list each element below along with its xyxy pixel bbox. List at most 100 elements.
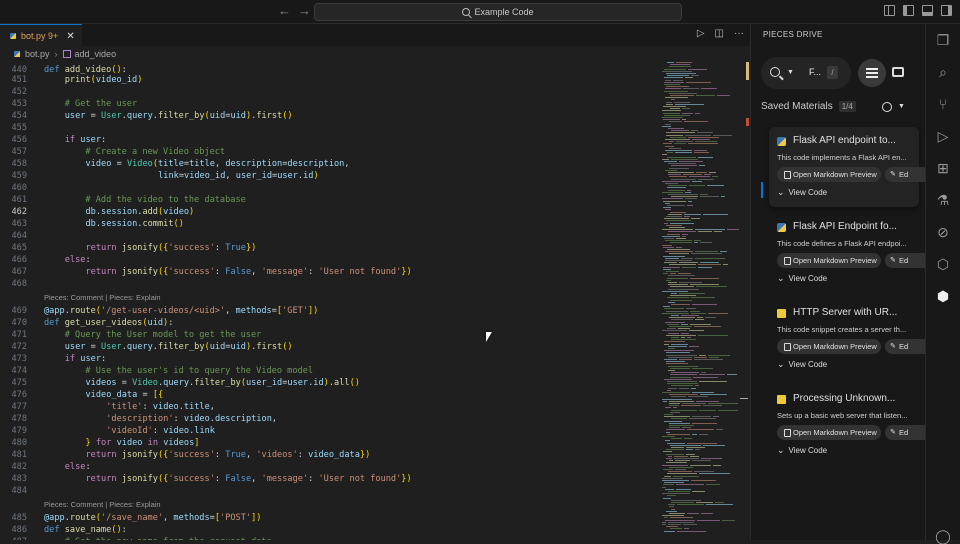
code-line[interactable]: 482 else: (0, 461, 660, 473)
arrow-right-icon[interactable]: → (298, 3, 311, 19)
code-line[interactable]: 461 # Add the video to the database (0, 194, 660, 206)
run-icon[interactable]: ▷ (697, 28, 705, 39)
view-code-toggle[interactable]: View Code (777, 445, 828, 456)
material-title[interactable]: HTTP Server with UR... (793, 307, 897, 318)
source-control-icon[interactable]: ⑂ (935, 96, 951, 112)
code-line[interactable]: 467 return jsonify({'success': False, 'm… (0, 266, 660, 278)
code-line[interactable]: 472 user = User.query.filter_by(uid=uid)… (0, 341, 660, 353)
code-line[interactable]: 480 } for video in videos] (0, 437, 660, 449)
open-markdown-preview-button[interactable]: Open Markdown Preview (777, 167, 881, 182)
material-title[interactable]: Processing Unknown... (793, 393, 895, 404)
customize-layout-icon[interactable] (884, 5, 895, 16)
code-line[interactable]: 455 (0, 122, 660, 134)
chevron-down-icon[interactable]: ▼ (898, 103, 905, 110)
testing-icon[interactable]: ⚗ (935, 192, 951, 208)
code-line[interactable]: 452 (0, 86, 660, 98)
open-markdown-preview-button[interactable]: Open Markdown Preview (777, 425, 881, 440)
code-line[interactable]: 465 return jsonify({'success': True}) (0, 242, 660, 254)
code-line[interactable]: 463 db.session.commit() (0, 218, 660, 230)
code-line[interactable]: 477 'title': video.title, (0, 401, 660, 413)
minimap-line (667, 277, 688, 279)
material-card[interactable]: Processing Unknown... Sets up a basic web… (769, 385, 925, 465)
arrow-left-icon[interactable]: ← (278, 3, 291, 19)
code-line[interactable]: 484 (0, 485, 660, 497)
toggle-secondary-sidebar-icon[interactable] (941, 5, 952, 16)
more-actions-icon[interactable]: ··· (734, 28, 744, 39)
view-code-toggle[interactable]: View Code (777, 187, 828, 198)
pieces-drive-icon[interactable]: ⬢ (935, 288, 951, 304)
tab-bot-py[interactable]: bot.py 9+ ✕ (0, 24, 82, 47)
explorer-icon[interactable]: ❐ (935, 32, 951, 48)
search-icon[interactable]: ⌕ (935, 64, 951, 80)
code-line[interactable]: 470 def get_user_videos(uid): (0, 317, 660, 329)
toggle-panel-icon[interactable] (922, 5, 933, 16)
edit-button[interactable]: Ed (885, 253, 925, 268)
breadcrumb-file[interactable]: bot.py (25, 49, 50, 59)
code-line[interactable]: 479 'videoId': video.link (0, 425, 660, 437)
code-line[interactable]: 453 # Get the user (0, 98, 660, 110)
view-code-toggle[interactable]: View Code (777, 273, 828, 284)
list-view-icon[interactable] (858, 59, 886, 87)
codelens-pieces[interactable]: Pieces: Comment | Pieces: Explain (44, 292, 161, 304)
code-editor[interactable]: 440 def add_video(): 451 print(video_id) 45… (0, 62, 660, 540)
code-line[interactable]: 487 # Get the new name from the request … (0, 536, 660, 540)
code-line[interactable]: 481 return jsonify({'success': True, 'vi… (0, 449, 660, 461)
code-line[interactable]: 474 # Use the user's id to query the Vid… (0, 365, 660, 377)
minimap[interactable] (660, 62, 742, 540)
code-line[interactable]: 464 (0, 230, 660, 242)
code-line[interactable]: 483 return jsonify({'success': False, 'm… (0, 473, 660, 485)
material-card[interactable]: Flask API Endpoint fo... This code define… (769, 213, 925, 293)
edit-button[interactable]: Ed (885, 425, 925, 440)
code-line[interactable]: 468 (0, 278, 660, 290)
chevron-down-icon[interactable]: ▼ (787, 69, 794, 76)
close-icon[interactable]: ✕ (66, 31, 74, 42)
pieces-search[interactable]: ▼ F... / (761, 57, 851, 89)
code-line[interactable]: 475 videos = Video.query.filter_by(user_… (0, 377, 660, 389)
code-line[interactable]: 485 @app.route('/save_name', methods=['PO… (0, 512, 660, 524)
code-line[interactable]: 476 video_data = [{ (0, 389, 660, 401)
code-line[interactable]: 459 link=video_id, user_id=user.id) (0, 170, 660, 182)
run-debug-icon[interactable]: ▷ (935, 128, 951, 144)
open-markdown-preview-button[interactable]: Open Markdown Preview (777, 253, 881, 268)
code-line[interactable]: 451 print(video_id) (0, 74, 660, 86)
codelens-pieces[interactable]: Pieces: Comment | Pieces: Explain (44, 499, 161, 511)
material-title[interactable]: Flask API endpoint to... (793, 135, 896, 146)
account-icon[interactable]: ◯ (935, 528, 951, 544)
minimap-line (678, 328, 690, 330)
edit-button[interactable]: Ed (885, 167, 925, 182)
code-line[interactable]: 466 else: (0, 254, 660, 266)
code-line[interactable]: 454 user = User.query.filter_by(uid=uid)… (0, 110, 660, 122)
command-center-search[interactable]: Example Code (314, 3, 682, 21)
pieces-cube-icon[interactable]: ⬡ (935, 256, 951, 272)
clock-icon[interactable] (882, 102, 892, 112)
code-line[interactable]: 456 if user: (0, 134, 660, 146)
code-line[interactable]: 486 def save_name(): (0, 524, 660, 536)
breadcrumb-symbol[interactable]: add_video (75, 49, 117, 59)
code-line[interactable]: 457 # Create a new Video object (0, 146, 660, 158)
gallery-view-icon[interactable] (892, 67, 904, 77)
code-line[interactable]: 471 # Query the User model to get the us… (0, 329, 660, 341)
split-editor-icon[interactable]: ◫ (715, 28, 724, 39)
code-line[interactable]: 458 video = Video(title=title, descripti… (0, 158, 660, 170)
open-markdown-preview-button[interactable]: Open Markdown Preview (777, 339, 881, 354)
minimap-line (666, 224, 682, 226)
minimap-line (666, 431, 670, 433)
edit-button[interactable]: Ed (885, 339, 925, 354)
toggle-primary-sidebar-icon[interactable] (903, 5, 914, 16)
code-line[interactable]: 460 (0, 182, 660, 194)
code-line[interactable]: 478 'description': video.description, (0, 413, 660, 425)
code-line[interactable]: 462 db.session.add(video) (0, 206, 660, 218)
code-line[interactable]: 469 @app.route('/get-user-videos/<uid>', … (0, 305, 660, 317)
material-card[interactable]: HTTP Server with UR... This code snippet … (769, 299, 925, 379)
view-code-toggle[interactable]: View Code (777, 359, 828, 370)
extensions-icon[interactable]: ⊞ (935, 160, 951, 176)
minimap-line (688, 143, 718, 145)
code-line[interactable]: 473 if user: (0, 353, 660, 365)
minimap-line (717, 95, 730, 96)
material-title[interactable]: Flask API Endpoint fo... (793, 221, 897, 232)
material-card[interactable]: Flask API endpoint to... This code implem… (769, 127, 925, 207)
remote-icon[interactable]: ⊘ (935, 224, 951, 240)
pieces-search-input[interactable]: F... (809, 67, 821, 77)
minimap-line (665, 209, 671, 211)
minimap-line (664, 475, 671, 477)
